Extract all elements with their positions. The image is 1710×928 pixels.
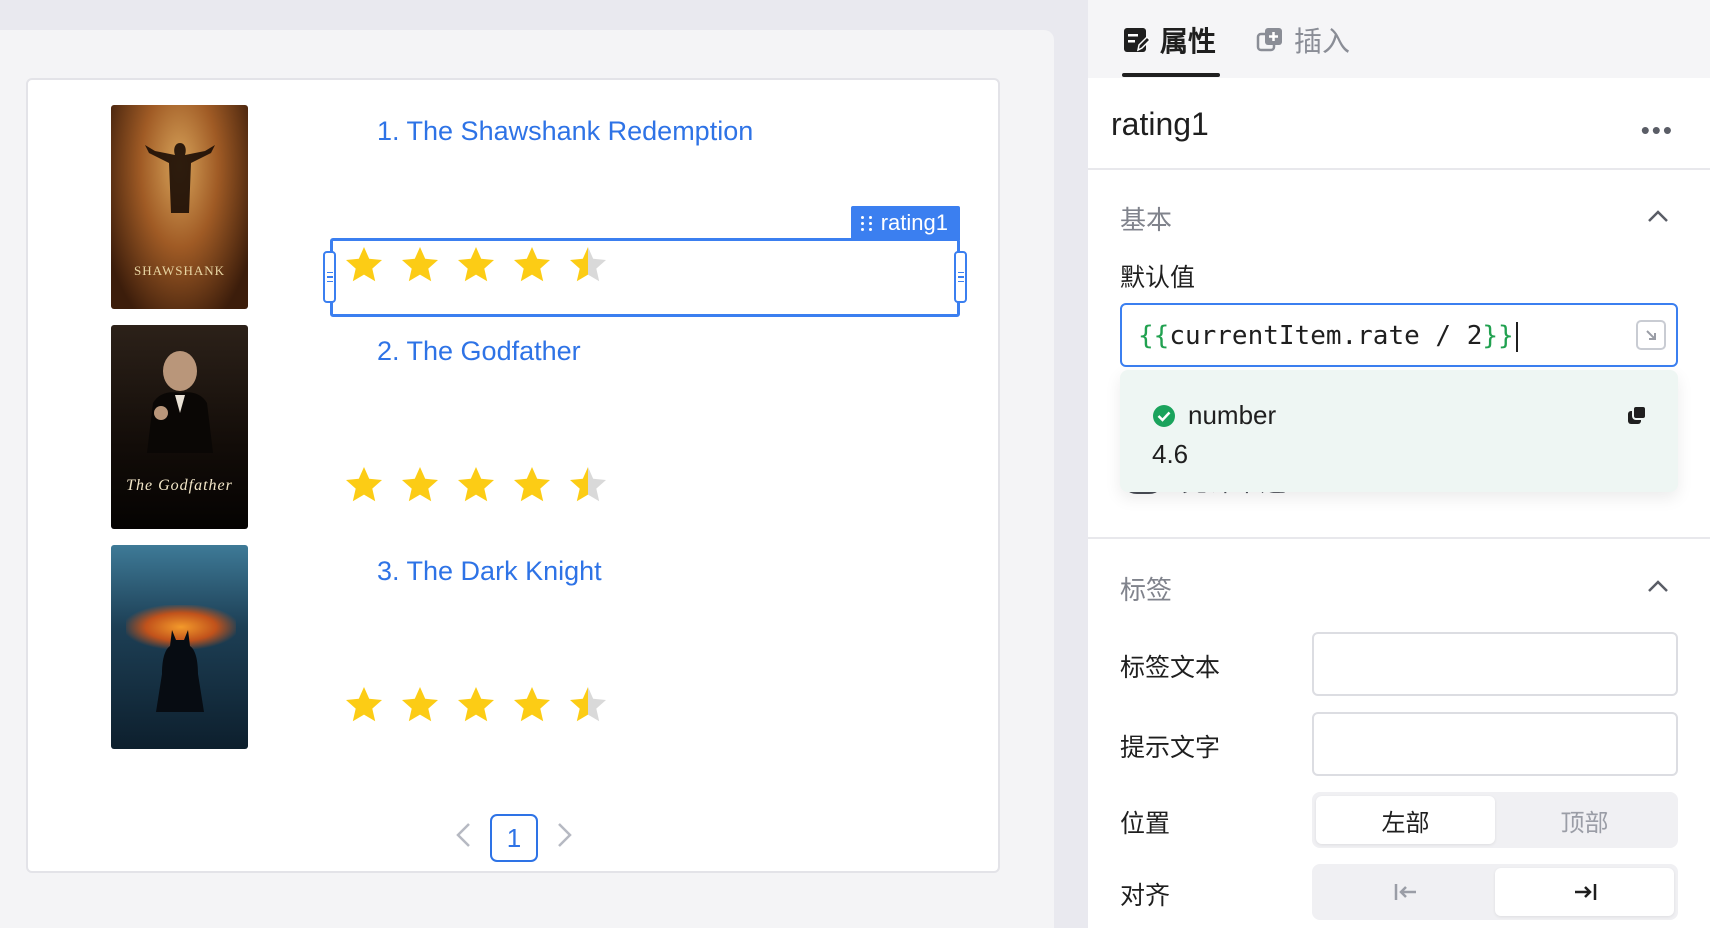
movie-title: 3. The Dark Knight bbox=[377, 556, 602, 586]
active-tab-indicator bbox=[1122, 73, 1220, 77]
section-title-basic[interactable]: 基本 bbox=[1120, 200, 1172, 237]
movie-poster bbox=[111, 545, 248, 749]
align-option-left[interactable] bbox=[1316, 868, 1495, 916]
divider bbox=[1088, 537, 1710, 539]
label-text-label: 标签文本 bbox=[1120, 654, 1221, 682]
movie-poster: SHAWSHANK bbox=[111, 105, 248, 309]
list-item[interactable]: SHAWSHANK 1. The Shawshank Redemption ra… bbox=[28, 80, 998, 317]
pagination: 1 bbox=[454, 814, 574, 862]
rating-star-icon[interactable] bbox=[400, 465, 440, 505]
movie-poster: The Godfather bbox=[111, 325, 248, 529]
rating-star-icon[interactable] bbox=[456, 685, 496, 725]
panel-tabs: 属性 插入 bbox=[1088, 0, 1710, 78]
component-name[interactable]: rating1 bbox=[1111, 106, 1209, 143]
divider bbox=[1088, 168, 1710, 170]
poster-figure-icon bbox=[155, 630, 204, 713]
hint-text-label: 提示文字 bbox=[1120, 734, 1221, 762]
expand-editor-icon[interactable] bbox=[1636, 320, 1666, 350]
position-label: 位置 bbox=[1120, 810, 1171, 838]
tab-label: 插入 bbox=[1294, 26, 1351, 57]
list-view[interactable]: SHAWSHANK 1. The Shawshank Redemption ra… bbox=[26, 78, 1000, 873]
rating-star-icon[interactable] bbox=[456, 465, 496, 505]
default-value-label: 默认值 bbox=[1120, 264, 1196, 292]
rating-stars[interactable] bbox=[344, 465, 608, 505]
expression-text: {{currentItem.rate / 2}} bbox=[1138, 321, 1518, 352]
position-option-top[interactable]: 顶部 bbox=[1495, 796, 1674, 844]
rating-star-icon[interactable] bbox=[512, 465, 552, 505]
hint-type-row: number bbox=[1152, 400, 1276, 431]
movie-title: 2. The Godfather bbox=[377, 336, 581, 366]
list-item[interactable]: The Godfather 2. The Godfather bbox=[28, 300, 998, 529]
align-left-icon bbox=[1394, 884, 1416, 900]
rating-star-icon[interactable] bbox=[512, 685, 552, 725]
component-tag-label: rating1 bbox=[880, 210, 948, 235]
edit-properties-icon bbox=[1124, 28, 1150, 52]
insert-component-icon bbox=[1256, 28, 1282, 52]
drag-handle-icon[interactable] bbox=[860, 215, 873, 231]
poster-caption: SHAWSHANK bbox=[133, 263, 226, 278]
rating-star-icon[interactable] bbox=[568, 685, 608, 725]
position-segmented-control: 左部 顶部 bbox=[1312, 792, 1678, 848]
rating-star-icon[interactable] bbox=[400, 685, 440, 725]
hint-text-input[interactable] bbox=[1312, 712, 1678, 776]
poster-figure-icon bbox=[146, 351, 213, 454]
poster-figure-icon bbox=[144, 143, 215, 214]
align-segmented-control bbox=[1312, 864, 1678, 920]
rating-star-icon[interactable] bbox=[344, 685, 384, 725]
text-cursor bbox=[1515, 321, 1518, 352]
align-option-right[interactable] bbox=[1495, 868, 1674, 916]
list-item[interactable]: 3. The Dark Knight bbox=[28, 520, 998, 749]
align-right-icon bbox=[1574, 884, 1596, 900]
hint-type: number bbox=[1188, 400, 1277, 430]
chevron-up-icon[interactable] bbox=[1646, 578, 1670, 594]
tab-insert[interactable]: 插入 bbox=[1256, 20, 1350, 60]
chevron-left-icon[interactable] bbox=[454, 821, 472, 855]
poster-caption: The Godfather bbox=[126, 477, 233, 494]
component-tag[interactable]: rating1 bbox=[850, 206, 960, 240]
chevron-right-icon[interactable] bbox=[556, 821, 574, 855]
section-title-label[interactable]: 标签 bbox=[1120, 570, 1172, 607]
rating-stars[interactable] bbox=[344, 685, 608, 725]
rating-star-icon[interactable] bbox=[568, 465, 608, 505]
chevron-up-icon[interactable] bbox=[1646, 208, 1670, 224]
align-label: 对齐 bbox=[1120, 882, 1171, 910]
copy-icon[interactable] bbox=[1626, 404, 1648, 426]
resize-handle-right[interactable] bbox=[954, 251, 967, 303]
rating-star-icon[interactable] bbox=[344, 465, 384, 505]
label-text-input[interactable] bbox=[1312, 632, 1678, 696]
tab-label: 属性 bbox=[1160, 26, 1217, 57]
more-options-button[interactable]: ••• bbox=[1641, 115, 1674, 146]
check-circle-icon bbox=[1153, 404, 1175, 427]
position-option-left[interactable]: 左部 bbox=[1316, 796, 1495, 844]
hint-value: 4.6 bbox=[1152, 439, 1189, 469]
property-panel: 属性 插入 rating1 ••• 基本 默认值 {{currentItem.r… bbox=[1088, 0, 1710, 928]
movie-title: 1. The Shawshank Redemption bbox=[377, 116, 754, 146]
default-value-input[interactable]: {{currentItem.rate / 2}} bbox=[1120, 303, 1678, 367]
evaluation-hint-popup: number 4.6 bbox=[1120, 370, 1678, 492]
resize-handle-left[interactable] bbox=[323, 251, 336, 303]
tab-properties[interactable]: 属性 bbox=[1122, 20, 1216, 60]
page-number-button[interactable]: 1 bbox=[490, 814, 538, 862]
